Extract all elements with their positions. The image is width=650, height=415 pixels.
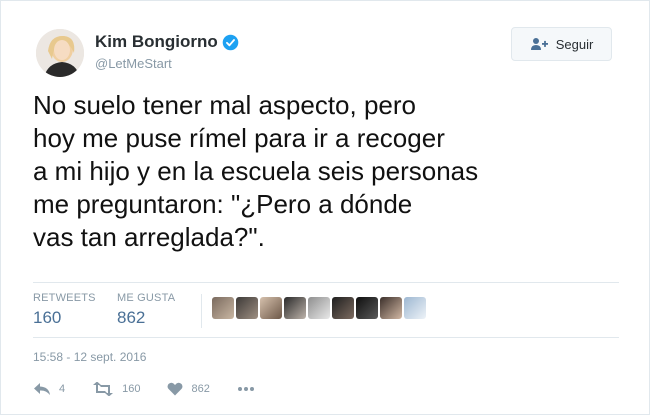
heart-icon — [168, 382, 183, 396]
tweet-timestamp[interactable]: 15:58 - 12 sept. 2016 — [33, 350, 146, 364]
tweet-text-line: vas tan arreglada?". — [33, 222, 265, 252]
add-user-icon — [530, 38, 548, 50]
likes-stat[interactable]: ME GUSTA 862 — [117, 292, 175, 328]
retweets-stat[interactable]: RETWEETS 160 — [33, 292, 96, 328]
likes-count[interactable]: 862 — [117, 308, 175, 328]
retweet-count: 160 — [122, 383, 141, 395]
tweet-text-line: No suelo tener mal aspecto, pero — [33, 90, 416, 120]
liker-avatar[interactable] — [284, 297, 306, 319]
reply-button[interactable]: 4 — [33, 382, 65, 396]
likers-avatars — [212, 297, 428, 319]
stats-top-divider — [33, 282, 619, 283]
tweet-text-line: me preguntaron: "¿Pero a dónde — [33, 189, 413, 219]
like-count: 862 — [191, 383, 210, 395]
retweet-button[interactable]: 160 — [92, 382, 140, 396]
tweet-actions: 4 160 862 — [33, 382, 255, 396]
likes-label: ME GUSTA — [117, 292, 176, 304]
liker-avatar[interactable] — [380, 297, 402, 319]
follow-button-label: Seguir — [555, 36, 594, 52]
retweets-label: RETWEETS — [33, 292, 96, 304]
user-display-name[interactable]: Kim Bongiorno — [95, 32, 239, 52]
reply-icon — [34, 383, 50, 395]
more-options-button[interactable] — [237, 386, 255, 392]
follow-button[interactable]: Seguir — [511, 27, 612, 61]
retweet-icon — [93, 382, 114, 396]
liker-avatar[interactable] — [236, 297, 258, 319]
more-dots-icon — [237, 387, 254, 391]
stats-separator — [201, 294, 202, 328]
tweet-text-line: a mi hijo y en la escuela seis personas — [33, 156, 479, 186]
tweet-text-line: hoy me puse rímel para ir a recoger — [33, 123, 445, 153]
user-avatar[interactable] — [36, 29, 84, 77]
user-name-text[interactable]: Kim Bongiorno — [95, 32, 218, 52]
retweets-count[interactable]: 160 — [33, 308, 96, 328]
liker-avatar[interactable] — [356, 297, 378, 319]
stats-bottom-divider — [33, 337, 619, 338]
liker-avatar[interactable] — [404, 297, 426, 319]
liker-avatar[interactable] — [260, 297, 282, 319]
reply-count: 4 — [59, 383, 66, 395]
liker-avatar[interactable] — [212, 297, 234, 319]
tweet-card: Kim Bongiorno @LetMeStart Seguir No suel… — [0, 0, 650, 415]
verified-badge-icon — [222, 34, 239, 50]
tweet-text: No suelo tener mal aspecto, pero hoy me … — [33, 89, 613, 254]
user-handle[interactable]: @LetMeStart — [95, 56, 172, 71]
liker-avatar[interactable] — [332, 297, 354, 319]
like-button[interactable]: 862 — [167, 382, 210, 396]
liker-avatar[interactable] — [308, 297, 330, 319]
